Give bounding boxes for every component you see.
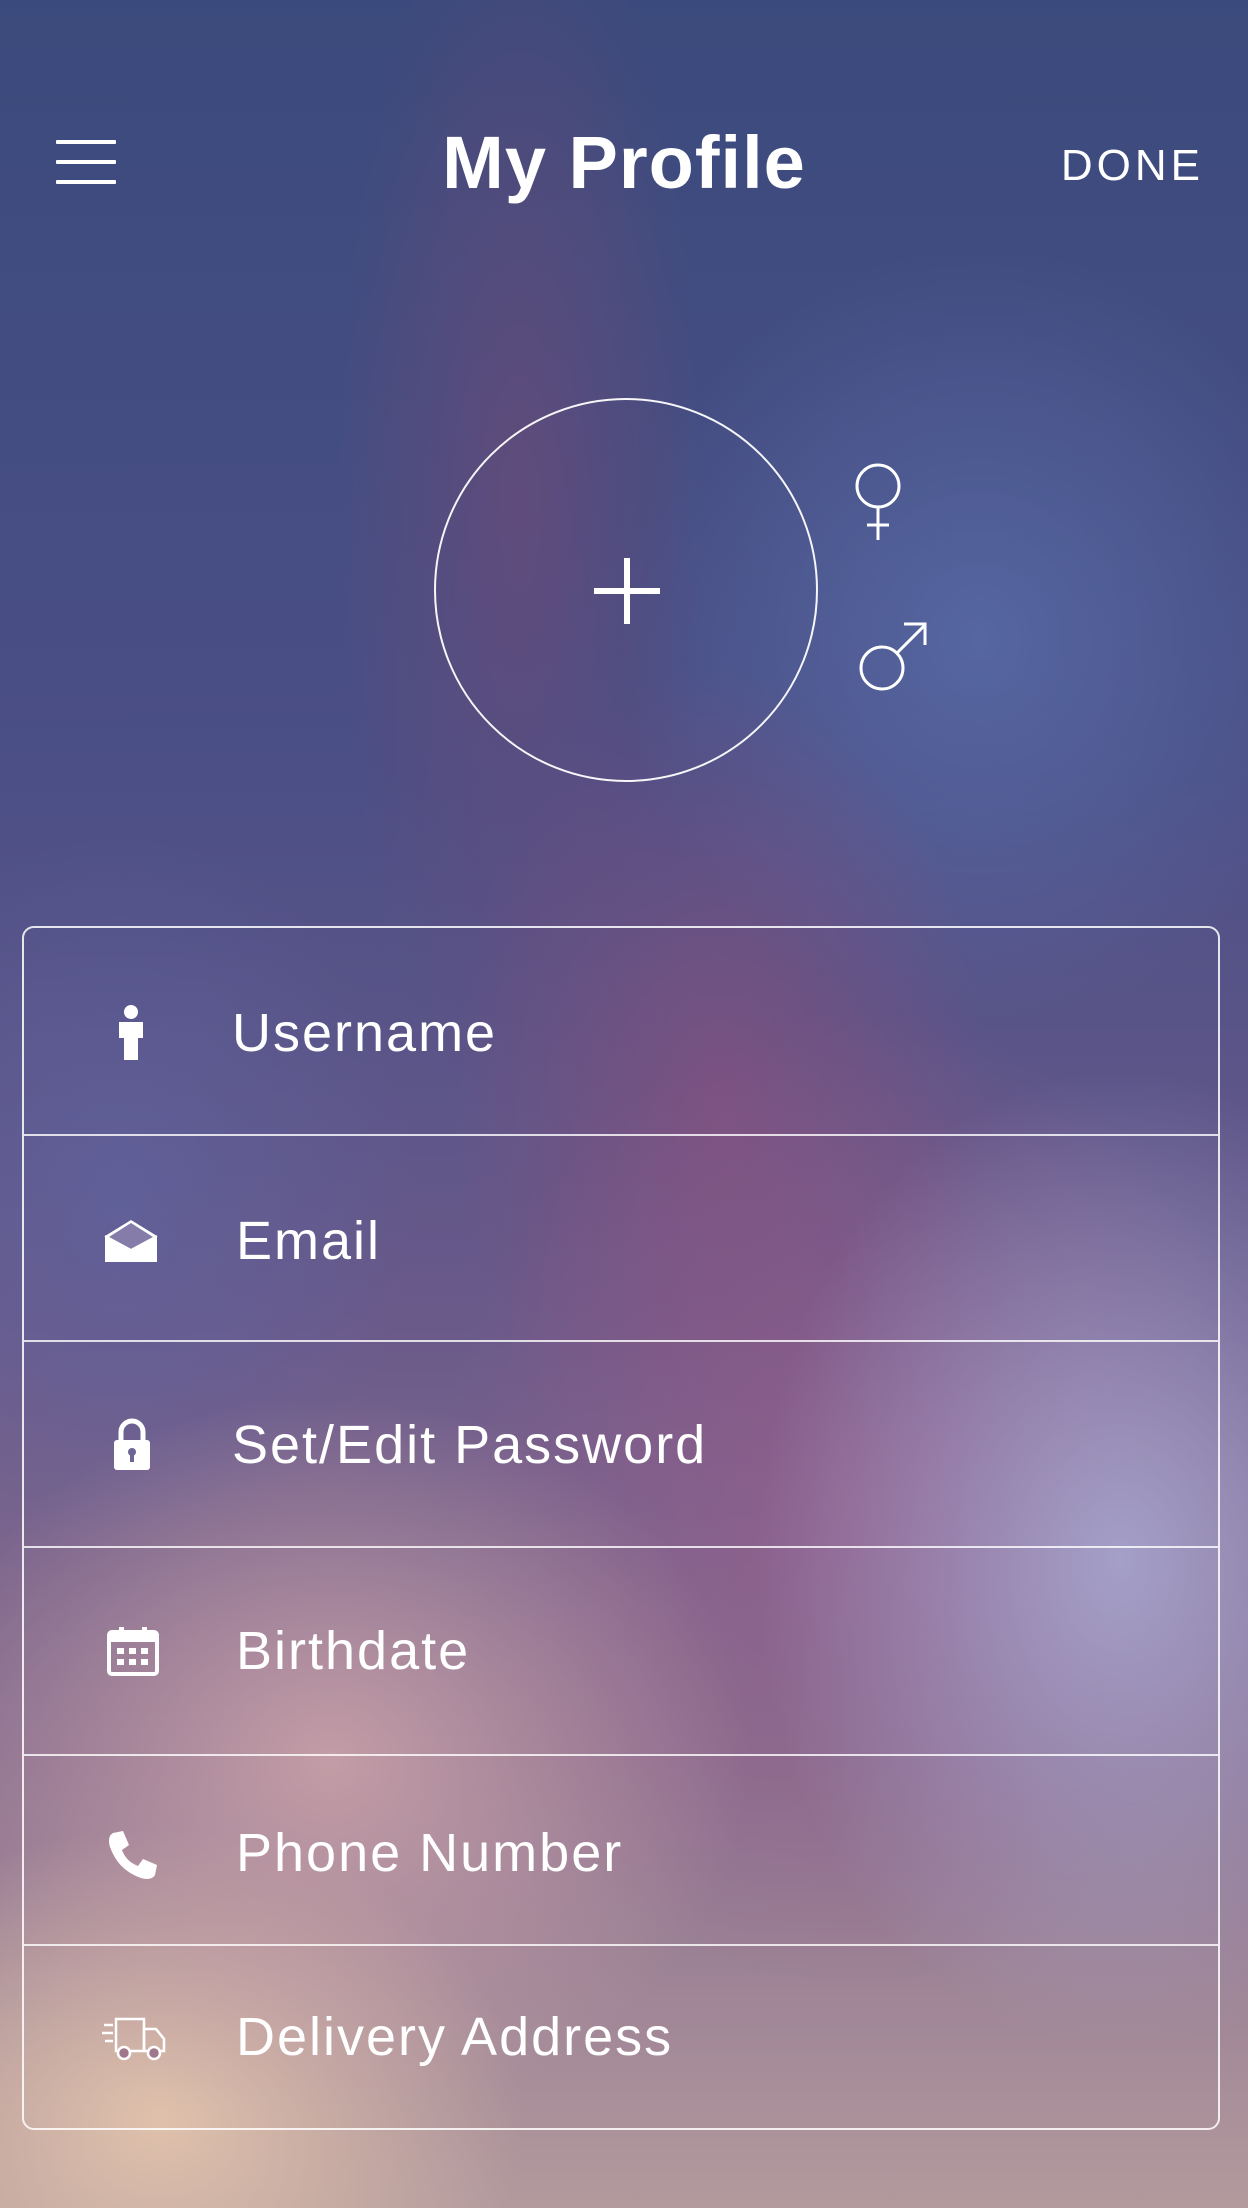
row-label: Set/Edit Password <box>232 1415 708 1475</box>
header: My Profile DONE <box>0 0 1248 330</box>
birthdate-field[interactable]: Birthdate <box>24 1548 1218 1756</box>
plus-icon <box>594 558 660 624</box>
password-field[interactable]: Set/Edit Password <box>24 1342 1218 1548</box>
row-label: Phone Number <box>236 1823 624 1883</box>
delivery-address-field[interactable]: Delivery Address <box>24 1946 1218 2128</box>
lock-icon <box>104 1410 160 1480</box>
phone-number-field[interactable]: Phone Number <box>24 1756 1218 1946</box>
envelope-open-icon <box>96 1206 166 1276</box>
done-button[interactable]: DONE <box>1061 136 1204 196</box>
add-photo-button[interactable] <box>434 398 818 782</box>
row-label: Username <box>232 1003 498 1063</box>
profile-form: Username Email Set/Edit Password Birthda… <box>22 926 1220 2130</box>
person-icon <box>106 998 156 1068</box>
email-field[interactable]: Email <box>24 1136 1218 1342</box>
female-symbol-icon[interactable] <box>848 462 908 542</box>
phone-icon <box>98 1820 168 1890</box>
calendar-icon <box>98 1616 168 1686</box>
row-label: Email <box>236 1211 382 1271</box>
male-symbol-icon[interactable] <box>852 612 938 698</box>
delivery-truck-icon <box>90 2004 180 2074</box>
row-label: Birthdate <box>236 1621 471 1681</box>
username-field[interactable]: Username <box>24 928 1218 1136</box>
row-label: Delivery Address <box>236 2007 674 2067</box>
